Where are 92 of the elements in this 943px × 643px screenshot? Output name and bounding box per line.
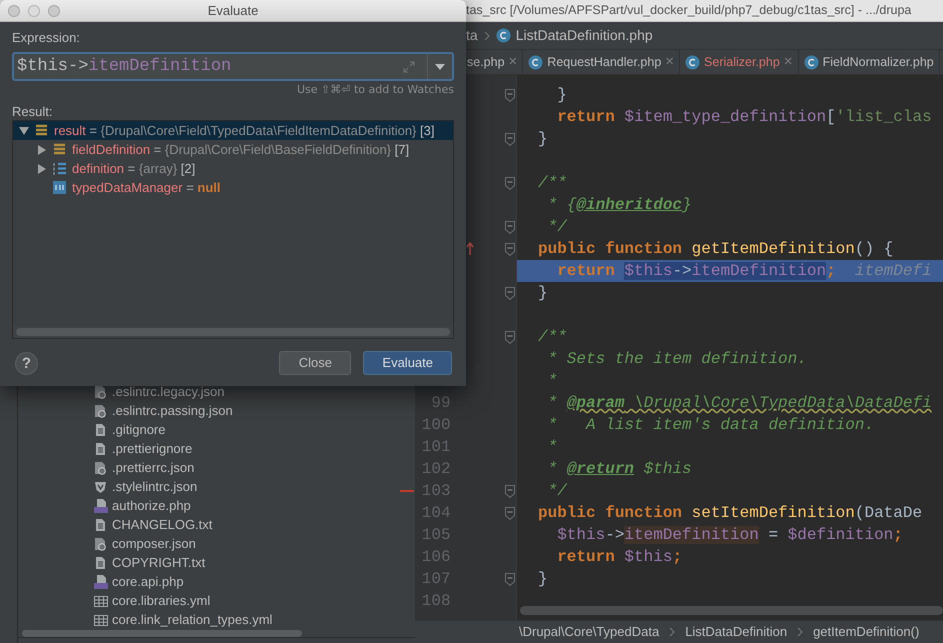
code-line: return $item_type_definition['list_clas xyxy=(556,107,932,128)
code-line: public function setItemDefinition(DataDe xyxy=(538,503,922,524)
code-line: * xyxy=(546,371,558,392)
file-name[interactable]: core.api.php xyxy=(112,572,184,592)
code-line: * @return $this xyxy=(546,459,692,480)
result-tree-row[interactable]: result = {Drupal\Core\Field\TypedData\FieldItemDataDefinition} [3] xyxy=(13,121,453,140)
breadcrumb-item[interactable]: \Drupal\Core\TypedData xyxy=(519,622,660,642)
chevron-icon xyxy=(669,627,676,637)
class-icon xyxy=(496,28,511,43)
editor-tab[interactable]: RequestHandler.php × xyxy=(523,50,680,74)
collapsed-arrow-icon[interactable] xyxy=(38,144,46,154)
code-line: */ xyxy=(546,481,567,502)
class-icon xyxy=(685,54,700,70)
php-file-icon xyxy=(94,498,108,512)
error-stripe-mark xyxy=(400,490,414,492)
file-name[interactable]: COPYRIGHT.txt xyxy=(112,552,206,572)
close-button[interactable]: Close xyxy=(279,351,352,375)
breadcrumb-item[interactable]: getItemDefinition() xyxy=(813,622,920,642)
code-line: * @param \Drupal\Core\TypedData\DataDefi xyxy=(546,393,932,414)
dialog-title: Evaluate xyxy=(208,2,258,20)
up-arrow-icon xyxy=(466,242,474,256)
code-line: */ xyxy=(546,217,567,238)
close-window-button[interactable] xyxy=(8,5,20,17)
file-name[interactable]: .gitignore xyxy=(112,420,166,440)
code-line: * {@inheritdoc} xyxy=(546,195,692,216)
code-line: } xyxy=(538,569,548,590)
result-entry: fieldDefinition = {Drupal\Core\Field\BaseFieldDefinition} [7] xyxy=(72,140,410,159)
numbered-list-icon xyxy=(53,162,66,175)
file-name[interactable]: .prettierignore xyxy=(112,438,192,458)
code-line: } xyxy=(538,129,548,150)
result-entry: result = {Drupal\Core\Field\TypedData\FieldItemDataDefinition} [3] xyxy=(54,122,434,140)
editor-tab[interactable]: Serializer.php × xyxy=(680,50,799,74)
breadcrumb-item[interactable]: ListDataDefinition.php xyxy=(496,25,653,46)
hint-text: Use ⇧⌘⏎ to add to Watches xyxy=(296,83,454,96)
file-name[interactable]: .prettierrc.json xyxy=(112,458,194,478)
config-file-icon xyxy=(94,460,108,474)
file-name[interactable]: .stylelintrc.json xyxy=(112,476,198,496)
file-name[interactable]: authorize.php xyxy=(112,496,191,516)
code-line: /** xyxy=(538,327,567,348)
code-line: } xyxy=(556,85,567,106)
breadcrumb-item[interactable]: ListDataDefinition xyxy=(685,622,788,642)
code-line: * Sets the item definition. xyxy=(546,349,807,370)
horizontal-scrollbar[interactable] xyxy=(22,630,302,636)
expanded-arrow-icon[interactable] xyxy=(19,126,29,134)
field-label: Result: xyxy=(12,104,52,119)
minimize-window-button[interactable] xyxy=(28,5,40,17)
code-line: return $this; xyxy=(556,547,682,568)
class-icon xyxy=(528,54,544,70)
collapsed-arrow-icon[interactable] xyxy=(38,164,46,174)
php-file-icon xyxy=(94,574,108,588)
file-name[interactable]: composer.json xyxy=(112,534,196,554)
config-file-icon xyxy=(94,404,108,418)
help-button[interactable]: ? xyxy=(15,352,38,374)
chevron-icon xyxy=(797,627,804,637)
file-name[interactable]: core.libraries.yml xyxy=(112,590,210,610)
code-line: } xyxy=(538,283,548,304)
result-tree-row[interactable]: definition = {array} [2] xyxy=(13,159,453,178)
text-file-icon xyxy=(94,518,108,532)
file-name[interactable]: core.link_relation_types.yml xyxy=(112,610,272,630)
result-tree-row[interactable]: typedDataManager = null xyxy=(13,178,453,197)
expression-field[interactable]: $this->itemDefinition xyxy=(12,52,454,81)
text-file-icon xyxy=(94,556,108,570)
file-name[interactable]: .eslintrc.passing.json xyxy=(112,400,233,420)
zoom-window-button[interactable] xyxy=(48,5,60,17)
editor-tab[interactable]: FieldNormalizer.php xyxy=(798,50,940,74)
config-file-icon xyxy=(94,384,108,398)
result-entry: definition = {array} [2] xyxy=(72,160,196,178)
text-file-icon xyxy=(94,442,108,456)
class-icon xyxy=(804,54,819,70)
code-line: return $this->itemDefinition; itemDefi xyxy=(556,261,932,282)
table-file-icon xyxy=(94,594,108,608)
window-title: tas_src [/Volumes/APFSPart/vul_docker_build/php7_debug/c1tas_src] - .../drupa xyxy=(466,2,912,19)
shield-file-icon xyxy=(94,480,108,494)
config-file-icon xyxy=(94,536,108,550)
file-name[interactable]: CHANGELOG.txt xyxy=(112,514,212,534)
code-line: * xyxy=(546,437,558,458)
expand-icon[interactable] xyxy=(403,60,415,72)
code-line: public function getItemDefinition() { xyxy=(538,239,894,260)
file-name[interactable]: .eslintrc.legacy.json xyxy=(112,382,224,402)
dropdown-caret-icon[interactable] xyxy=(435,64,445,70)
table-file-icon xyxy=(94,612,108,626)
chevron-icon xyxy=(484,30,490,40)
code-line: $this->itemDefinition = $definition; xyxy=(556,525,903,546)
result-entry: typedDataManager = null xyxy=(72,178,221,197)
horizontal-scrollbar[interactable] xyxy=(520,606,943,615)
evaluate-button[interactable]: Evaluate xyxy=(363,351,452,375)
field-label: Expression: xyxy=(12,30,80,45)
text-file-icon xyxy=(94,422,108,436)
result-tree-row[interactable]: fieldDefinition = {Drupal\Core\Field\BaseFieldDefinition} [7] xyxy=(13,140,453,159)
code-line: /** xyxy=(538,173,567,194)
code-line: * A list item's data definition. xyxy=(546,415,874,436)
breadcrumb-item[interactable]: ta xyxy=(466,25,478,46)
